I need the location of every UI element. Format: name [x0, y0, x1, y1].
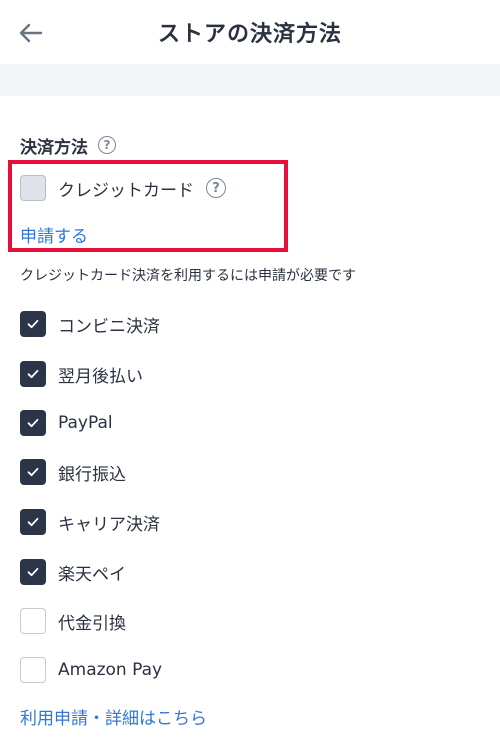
- method-label: キャリア決済: [58, 514, 160, 535]
- checkbox-unchecked[interactable]: [20, 657, 46, 683]
- question-circle-icon[interactable]: ?: [206, 178, 226, 198]
- check-icon: [27, 517, 39, 527]
- method-row-cod[interactable]: 代金引換: [20, 607, 126, 635]
- method-label: コンビニ決済: [58, 316, 160, 337]
- page-title: ストアの決済方法: [157, 22, 342, 47]
- checkbox-unchecked[interactable]: [20, 608, 46, 634]
- method-label: 代金引換: [58, 613, 126, 634]
- credit-card-checkbox[interactable]: [20, 175, 46, 201]
- details-link[interactable]: 利用申請・詳細はこちら: [20, 704, 207, 729]
- checkbox-checked[interactable]: [20, 410, 46, 436]
- app-header: ストアの決済方法: [0, 0, 500, 64]
- method-label: 銀行振込: [58, 464, 126, 485]
- method-row-paypal[interactable]: PayPal: [20, 409, 113, 437]
- method-label: Amazon Pay: [58, 660, 163, 680]
- credit-card-label: クレジットカード: [58, 180, 194, 201]
- header-divider-band: [0, 64, 500, 96]
- method-row-amazon-pay[interactable]: Amazon Pay: [20, 656, 162, 684]
- credit-card-row[interactable]: クレジットカード ?: [20, 174, 226, 202]
- method-row-bank-transfer[interactable]: 銀行振込: [20, 458, 126, 486]
- method-row-rakuten-pay[interactable]: 楽天ペイ: [20, 558, 126, 586]
- check-icon: [27, 369, 39, 379]
- question-circle-icon[interactable]: ?: [98, 136, 116, 154]
- credit-card-note: クレジットカード決済を利用するには申請が必要です: [20, 268, 356, 284]
- method-label: 楽天ペイ: [58, 564, 126, 585]
- checkbox-checked[interactable]: [20, 361, 46, 387]
- method-label: PayPal: [58, 413, 113, 433]
- checkbox-checked[interactable]: [20, 459, 46, 485]
- method-row-carrier[interactable]: キャリア決済: [20, 508, 160, 536]
- checkbox-checked[interactable]: [20, 509, 46, 535]
- apply-link[interactable]: 申請する: [20, 222, 88, 247]
- method-label: 翌月後払い: [58, 366, 143, 387]
- section-header: 決済方法 ?: [20, 132, 116, 158]
- check-icon: [27, 567, 39, 577]
- checkbox-checked[interactable]: [20, 311, 46, 337]
- checkbox-checked[interactable]: [20, 559, 46, 585]
- section-title: 決済方法: [20, 137, 88, 158]
- check-icon: [27, 467, 39, 477]
- check-icon: [27, 319, 39, 329]
- method-row-atobarai[interactable]: 翌月後払い: [20, 360, 143, 388]
- method-row-konbini[interactable]: コンビニ決済: [20, 310, 160, 338]
- check-icon: [27, 418, 39, 428]
